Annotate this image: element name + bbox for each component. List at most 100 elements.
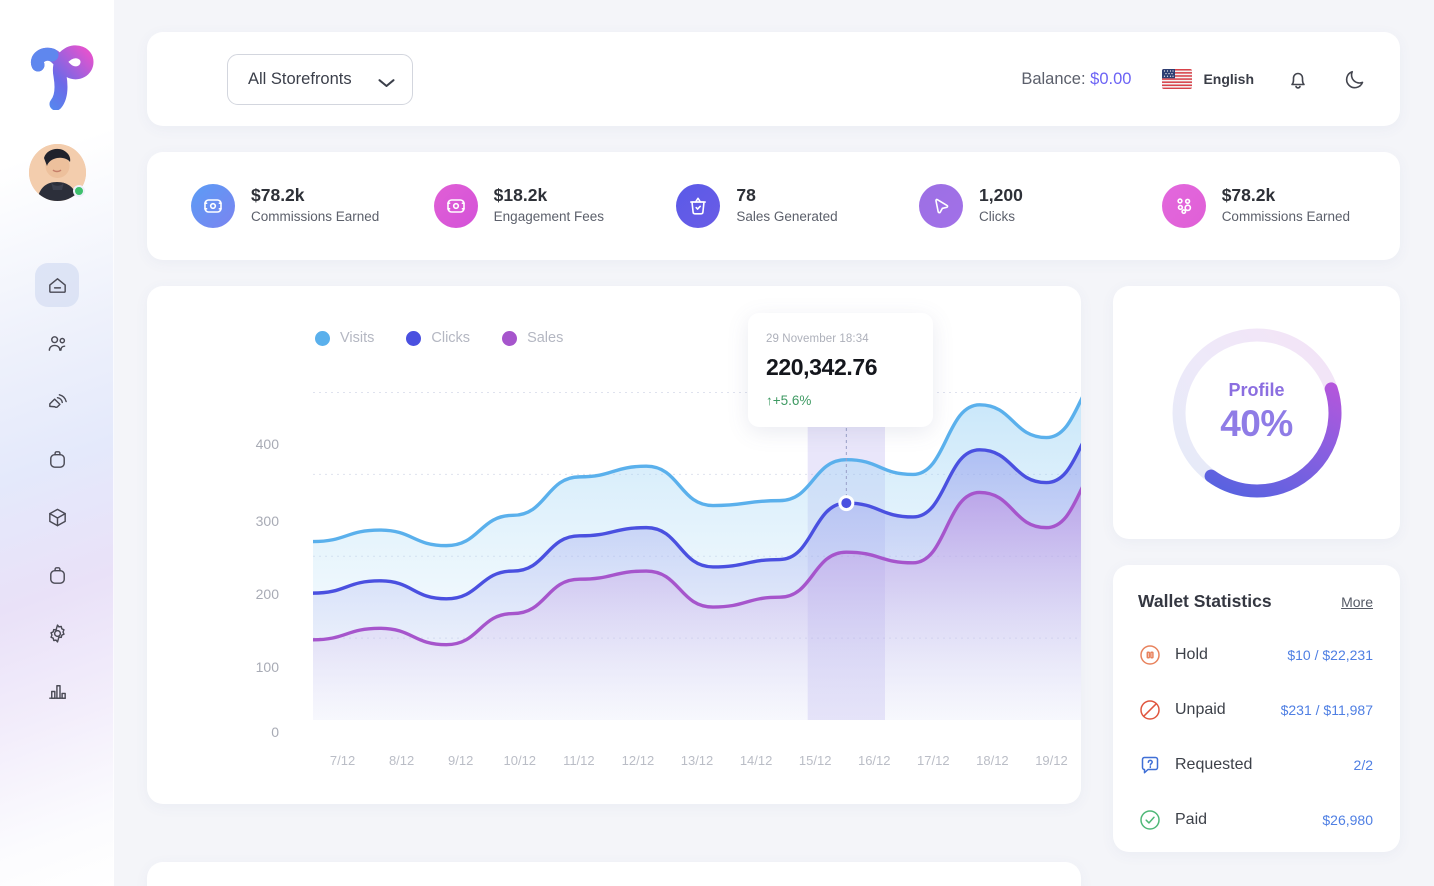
profile-donut-chart: Profile 40% xyxy=(1167,323,1347,503)
money-frame-icon xyxy=(446,199,465,213)
ban-icon xyxy=(1138,698,1162,722)
bottom-panel-card xyxy=(147,862,1081,886)
stat-icon xyxy=(433,184,478,228)
wallet-row-label: Hold xyxy=(1175,646,1208,663)
balance: Balance: $0.00 xyxy=(1021,70,1131,89)
sidebar-item-orders[interactable] xyxy=(35,553,79,597)
money-frame-icon xyxy=(204,199,222,213)
wallet-header: Wallet Statistics More xyxy=(1138,591,1373,612)
legend-item[interactable]: Sales xyxy=(502,330,563,346)
check-circle-icon xyxy=(1138,808,1162,832)
legend-label: Clicks xyxy=(431,330,471,346)
wallet-row-label: Unpaid xyxy=(1175,701,1226,718)
sidebar-item-campaigns[interactable] xyxy=(35,379,79,423)
x-tick-label: 15/12 xyxy=(798,753,832,768)
main-content: All Storefronts Balance: $0.00 English $… xyxy=(114,0,1434,886)
topbar: All Storefronts Balance: $0.00 English xyxy=(147,32,1400,126)
stat-label: Clicks xyxy=(979,208,1016,224)
storefront-select[interactable]: All Storefronts xyxy=(227,53,413,105)
stat-value: $78.2k xyxy=(251,184,305,205)
area-chart-svg[interactable] xyxy=(313,368,1081,720)
wallet-row-value: $26,980 xyxy=(1322,812,1373,828)
cube-icon xyxy=(48,508,66,526)
legend-dot-clicks xyxy=(406,330,422,346)
x-tick-label: 16/12 xyxy=(857,753,891,768)
topbar-right: Balance: $0.00 English xyxy=(1021,66,1368,92)
wallet-row-label: Paid xyxy=(1175,811,1208,828)
chevron-down-icon xyxy=(378,74,395,87)
tooltip-delta-value: +5.6% xyxy=(772,393,812,408)
stat-label: Commissions Earned xyxy=(251,208,380,224)
profile-title: Profile xyxy=(1228,380,1285,400)
x-tick-label: 11/12 xyxy=(563,753,595,768)
wallet-more-link[interactable]: More xyxy=(1341,594,1373,610)
wallet-title: Wallet Statistics xyxy=(1138,591,1272,611)
sidebar-item-reports[interactable] xyxy=(35,669,79,713)
wallet-row-value: 2/2 xyxy=(1353,757,1373,773)
brand-logo[interactable] xyxy=(17,40,97,111)
x-tick-label: 19/12 xyxy=(1035,753,1068,768)
basket-check-icon xyxy=(690,197,707,215)
legend-item[interactable]: Clicks xyxy=(406,330,470,346)
storefront-select-value: All Storefronts xyxy=(248,69,352,88)
balance-label: Balance: xyxy=(1021,69,1086,88)
notifications-button[interactable] xyxy=(1285,66,1311,92)
x-tick-label: 14/12 xyxy=(739,753,773,768)
y-tick-label: 400 xyxy=(255,436,279,452)
tooltip-date: 29 November 18:34 xyxy=(766,333,869,345)
x-tick-label: 9/12 xyxy=(448,753,474,768)
sidebar-item-products[interactable] xyxy=(35,495,79,539)
stat-label: Engagement Fees xyxy=(493,208,604,224)
stat-card: 1,200 Clicks xyxy=(919,184,1162,228)
sidebar-item-offers[interactable] xyxy=(35,437,79,481)
avatar[interactable] xyxy=(28,144,86,201)
stat-value: 1,200 xyxy=(979,184,1023,205)
wallet-row-hold[interactable]: Hold $10 / $22,231 xyxy=(1138,643,1373,667)
bag-icon xyxy=(49,450,65,468)
group-icon xyxy=(1176,198,1191,215)
moon-icon xyxy=(1345,70,1364,89)
gear-icon xyxy=(49,623,65,643)
y-tick-label: 200 xyxy=(255,586,279,602)
pause-circle-icon xyxy=(1138,643,1162,667)
donut-center-text: Profile 40% xyxy=(1167,323,1347,503)
chart-marker-dot xyxy=(838,495,855,512)
sidebar-item-users[interactable] xyxy=(35,321,79,365)
stat-icon xyxy=(676,184,721,228)
stat-value: $18.2k xyxy=(493,184,548,205)
legend-item[interactable]: Visits xyxy=(315,330,374,346)
wallet-row-label: Requested xyxy=(1175,756,1253,773)
chart-plot-area: 400 300 200 100 0 7/12 8/12 9/12 10/12 1… xyxy=(147,313,1081,768)
sidebar-item-settings[interactable] xyxy=(35,611,79,655)
wallet-row-requested[interactable]: Requested 2/2 xyxy=(1138,753,1373,777)
stat-value: 78 xyxy=(736,184,756,205)
us-flag-icon xyxy=(1162,69,1193,89)
sidebar-item-home[interactable] xyxy=(35,263,79,307)
y-tick-label: 100 xyxy=(255,659,279,675)
balance-value: $0.00 xyxy=(1090,69,1132,88)
x-tick-label: 7/12 xyxy=(329,753,356,768)
wallet-row-unpaid[interactable]: Unpaid $231 / $11,987 xyxy=(1138,698,1373,722)
chart-x-axis: 7/12 8/12 9/12 10/12 11/12 12/12 13/12 1… xyxy=(313,753,1081,768)
performance-chart-card: Visits Clicks Sales 400 300 200 100 0 7/… xyxy=(147,286,1081,804)
legend-dot-visits xyxy=(315,330,330,346)
wallet-row-paid[interactable]: Paid $26,980 xyxy=(1138,808,1373,832)
stats-bar: $78.2k Commissions Earned $18.2k Engagem… xyxy=(147,152,1400,260)
x-tick-label: 10/12 xyxy=(503,753,537,768)
bell-icon xyxy=(1291,72,1305,89)
language-selector[interactable]: English xyxy=(1162,69,1254,89)
wallet-row-value: $231 / $11,987 xyxy=(1280,702,1373,718)
x-tick-label: 18/12 xyxy=(976,753,1009,768)
y-tick-label: 300 xyxy=(255,513,279,529)
right-column: Profile 40% Wallet Statistics More Hold … xyxy=(1113,286,1400,852)
stat-label: Commissions Earned xyxy=(1221,208,1350,224)
stat-value: $78.2k xyxy=(1221,184,1276,205)
theme-toggle-button[interactable] xyxy=(1342,66,1368,92)
users-icon xyxy=(48,335,65,351)
y-tick-label: 0 xyxy=(271,724,279,740)
stat-card: $18.2k Engagement Fees xyxy=(433,184,677,228)
x-tick-label: 13/12 xyxy=(680,753,714,768)
online-status-dot xyxy=(72,185,85,197)
cursor-icon xyxy=(935,198,949,214)
question-chat-icon xyxy=(1138,753,1162,777)
